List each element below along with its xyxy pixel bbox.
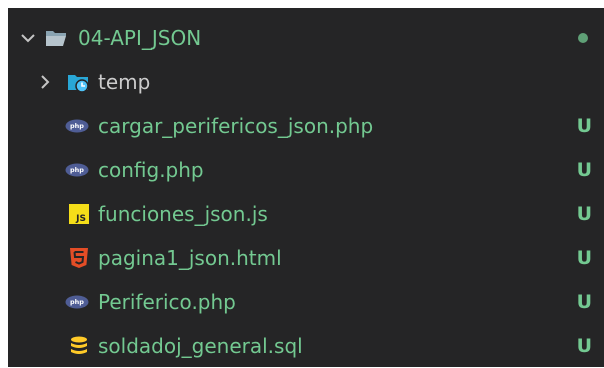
svg-text:php: php xyxy=(70,166,84,174)
folder-temp-icon xyxy=(68,75,89,93)
git-untracked-badge: U xyxy=(576,247,592,269)
chevron-right-icon[interactable] xyxy=(35,72,55,92)
file-item-cargar-perifericos[interactable]: php cargar_perifericos_json.php U xyxy=(8,104,604,148)
file-label: Periferico.php xyxy=(98,290,236,314)
git-untracked-badge: U xyxy=(576,159,592,181)
git-untracked-badge: U xyxy=(576,115,592,137)
git-modified-dot xyxy=(578,33,588,43)
file-label: soldadoj_general.sql xyxy=(98,334,303,358)
git-untracked-badge: U xyxy=(576,335,592,357)
file-label: config.php xyxy=(98,158,204,182)
file-item-periferico[interactable]: php Periferico.php U xyxy=(8,280,604,324)
file-item-config[interactable]: php config.php U xyxy=(8,148,604,192)
file-label: cargar_perifericos_json.php xyxy=(98,114,374,138)
root-folder-label: 04-API_JSON xyxy=(78,26,202,50)
js-icon: JS xyxy=(69,204,89,224)
file-item-funciones-json[interactable]: JS funciones_json.js U xyxy=(8,192,604,236)
file-label: pagina1_json.html xyxy=(98,246,282,270)
svg-text:JS: JS xyxy=(75,214,86,224)
explorer-root-folder[interactable]: 04-API_JSON xyxy=(8,16,604,60)
database-icon xyxy=(71,336,87,354)
file-label: temp xyxy=(98,70,151,94)
php-icon: php xyxy=(65,119,89,133)
file-item-soldadoj-general[interactable]: soldadoj_general.sql U xyxy=(8,324,604,368)
file-label: funciones_json.js xyxy=(98,202,268,226)
chevron-down-icon[interactable] xyxy=(18,28,38,48)
html5-icon xyxy=(70,248,88,268)
git-untracked-badge: U xyxy=(576,203,592,225)
file-explorer: 04-API_JSON temp php cargar_perifericos_… xyxy=(8,8,604,367)
svg-text:php: php xyxy=(70,122,84,130)
file-item-pagina1-json[interactable]: pagina1_json.html U xyxy=(8,236,604,280)
svg-text:php: php xyxy=(70,298,84,306)
folder-item-temp[interactable]: temp xyxy=(8,60,604,104)
php-icon: php xyxy=(65,295,89,309)
git-untracked-badge: U xyxy=(576,291,592,313)
php-icon: php xyxy=(65,163,89,177)
folder-open-icon xyxy=(46,31,66,46)
